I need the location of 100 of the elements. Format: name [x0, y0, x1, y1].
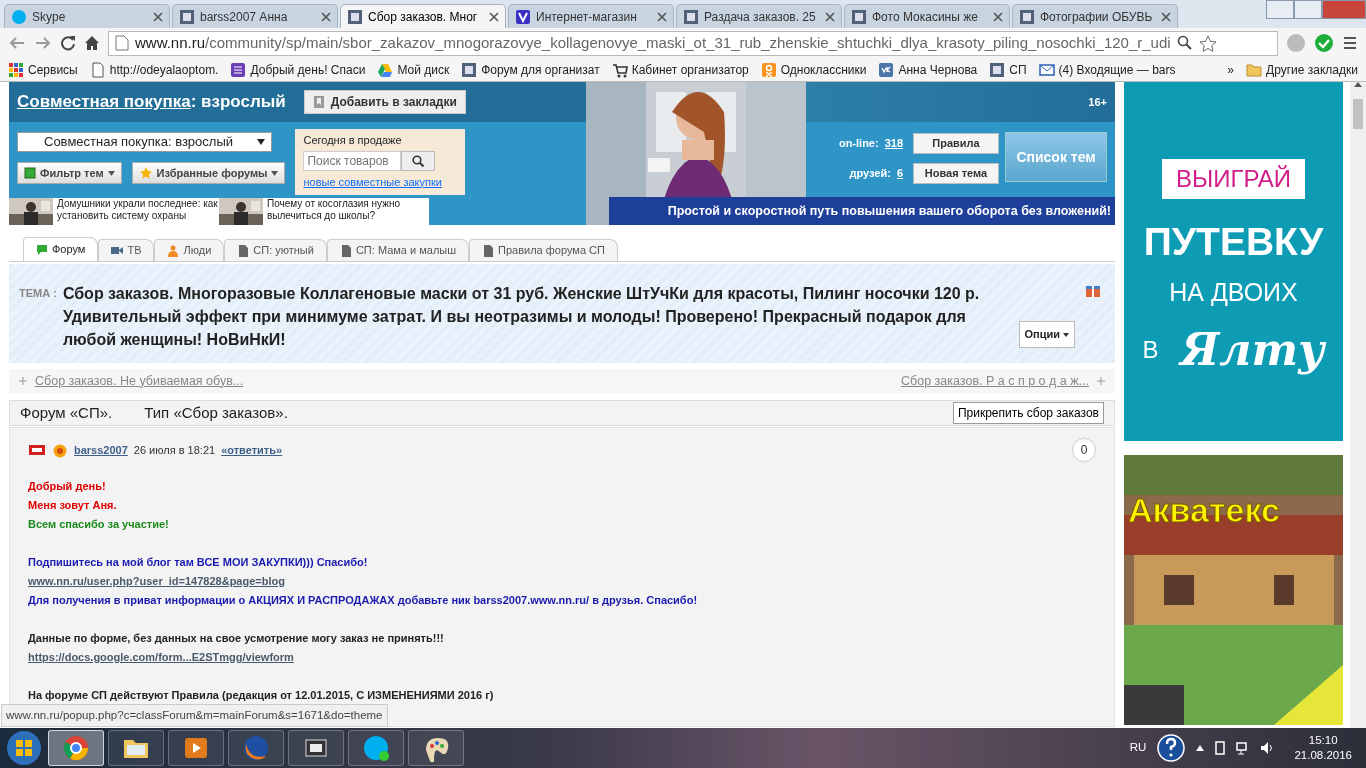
chat-icon	[36, 243, 48, 256]
start-icon[interactable]	[4, 728, 44, 768]
paint-ad[interactable]: Акватекс	[1124, 455, 1343, 725]
show-hidden-icon[interactable]	[1196, 745, 1205, 751]
bookmark[interactable]: Добрый день! Спаси	[230, 60, 366, 79]
bookmark-folder[interactable]: Другие закладки	[1246, 60, 1358, 79]
site-title-link[interactable]: Совместная покупка	[17, 92, 191, 112]
travel-ad[interactable]: ВЫИГРАЙ ПУТЕВКУ НА ДВОИХ В Ялту	[1124, 82, 1343, 441]
cart-icon	[611, 61, 628, 78]
post-link[interactable]: www.nn.ru/user.php?user_id=147828&page=blog	[28, 572, 285, 591]
star-icon[interactable]	[1198, 34, 1217, 52]
bookmark-icon	[312, 95, 325, 109]
browser-tab[interactable]: barss2007 Анна	[172, 4, 338, 28]
taskbar-button[interactable]	[408, 730, 464, 766]
bookmark[interactable]: Мой диск	[377, 60, 450, 79]
page-icon	[89, 61, 106, 78]
browser-tab[interactable]: Фотографии ОБУВЬ	[1012, 4, 1178, 28]
move-icon	[19, 377, 27, 385]
bookmark[interactable]: Анна Чернова	[878, 60, 978, 79]
close-icon[interactable]	[993, 11, 1003, 22]
post-text: Подпишитесь на мой блог там ВСЕ МОИ ЗАКУПКИ))) Спасибо!	[28, 555, 368, 570]
forum-tab[interactable]: ТВ	[98, 239, 155, 261]
reply-link[interactable]: «ответить»	[221, 441, 283, 459]
bookmark[interactable]: Сервисы	[8, 60, 78, 79]
forum-tab[interactable]: СП: уютный	[224, 239, 327, 261]
site-logo-icon	[461, 61, 478, 78]
star-icon	[138, 166, 153, 180]
caret-icon	[257, 139, 265, 145]
taskbar-button[interactable]	[288, 730, 344, 766]
pin-button[interactable]: Прикрепить сбор заказов	[952, 402, 1104, 424]
browser-tab[interactable]: Фото Мокасины же	[844, 4, 1010, 28]
taskbar-button[interactable]	[348, 730, 404, 766]
volume-icon[interactable]	[1260, 741, 1275, 755]
language-indicator[interactable]: RU	[1129, 739, 1147, 757]
browser-tab[interactable]: Сбор заказов. Мног	[340, 4, 506, 28]
bookmark[interactable]: СП	[989, 60, 1027, 79]
options-button[interactable]: Опции	[1018, 321, 1075, 348]
browser-tab[interactable]: Раздача заказов. 25	[676, 4, 842, 28]
apps-icon	[8, 61, 24, 78]
search-icon[interactable]	[1176, 35, 1193, 51]
menu-icon[interactable]	[1342, 35, 1358, 51]
close-icon[interactable]	[1161, 11, 1171, 22]
post-text: На форуме СП действуют Правила (редакция от 12.01.2015, С ИЗМЕНЕНИЯМИ 2016 г)	[28, 688, 494, 703]
forum-tab[interactable]: Правила форума СП	[469, 239, 618, 261]
forum-tab[interactable]: Форум	[23, 237, 99, 261]
bookmark[interactable]: Одноклассники	[760, 60, 867, 79]
list-icon	[230, 61, 247, 78]
scrollbar-thumb[interactable]	[1353, 99, 1363, 129]
post-text: Для получения в приват информации о АКЦИЯХ И РАСПРОДАЖАХ добавьте ник barss2007.www.nn.ru/ в друзья. Спасибо!	[28, 593, 698, 608]
stat-label: друзей:	[849, 165, 891, 181]
close-icon[interactable]	[825, 11, 835, 22]
close-icon[interactable]	[153, 11, 163, 22]
close-icon[interactable]	[657, 11, 667, 22]
site-logo-icon	[347, 8, 363, 25]
device-icon[interactable]	[1214, 741, 1227, 755]
up-arrow-icon[interactable]	[1354, 82, 1362, 87]
mail-icon	[1038, 61, 1055, 78]
forum-tab[interactable]: Люди	[154, 239, 225, 261]
check-icon[interactable]	[1314, 33, 1334, 53]
browser-tab[interactable]: Skype	[4, 4, 170, 28]
post-text: Всем спасибо за участие!	[28, 517, 169, 532]
more-bookmarks-button[interactable]: »	[1227, 60, 1235, 79]
topic-label: ТЕМА :	[19, 286, 57, 301]
taskbar-button[interactable]	[168, 730, 224, 766]
close-icon[interactable]	[321, 11, 331, 22]
filter-button[interactable]: Фильтр тем	[17, 162, 122, 184]
author-link[interactable]: barss2007	[74, 441, 128, 459]
taskbar-button[interactable]	[108, 730, 164, 766]
promo-banner[interactable]: Простой и скоростной путь повышения вашего оборота без вложений!	[609, 197, 1115, 225]
browser-tab[interactable]: Интернет-магазин	[508, 4, 674, 28]
home-icon[interactable]	[84, 35, 100, 51]
section-dropdown[interactable]: Совместная покупка: взрослый	[17, 132, 272, 152]
site-logo-icon	[683, 8, 699, 25]
bookmark-button[interactable]: Добавить в закладки	[303, 90, 466, 114]
forward-icon[interactable]	[34, 35, 52, 51]
clock[interactable]: 15:10 21.08.2016	[1294, 733, 1352, 763]
header-button[interactable]: Новая тема	[913, 162, 999, 184]
scrollbar[interactable]	[1350, 82, 1366, 728]
bookmark[interactable]: Кабинет организатор	[611, 60, 749, 79]
header-button[interactable]: Правила	[913, 132, 999, 154]
post-link[interactable]: https://docs.google.com/form...E2STmgg/viewform	[28, 648, 294, 667]
rating-count[interactable]: 0	[1072, 438, 1096, 462]
bookmark[interactable]: Форум для организат	[461, 60, 600, 79]
bookmark[interactable]: (4) Входящие — bars	[1038, 60, 1176, 79]
help-icon[interactable]	[1156, 733, 1187, 763]
bookmark[interactable]: http://odeyalaoptom.	[89, 60, 219, 79]
label-icon	[28, 443, 46, 457]
caret-icon	[271, 170, 279, 176]
favorites-button[interactable]: Избранные форумы	[131, 162, 286, 184]
close-icon[interactable]	[489, 11, 499, 22]
search-field[interactable]: Поиск товаров	[303, 150, 402, 171]
reload-icon[interactable]	[60, 35, 76, 51]
address-bar[interactable]: www.nn.ru/community/sp/main/sbor_zakazov_mnogorazovye_kollagenovye_maski_ot_31_rub_zhenskie_shtuchki_dlya_krasoty_piling_nosochki_120_r_udi	[108, 30, 1278, 56]
back-icon[interactable]	[8, 35, 26, 51]
new-purchases-link[interactable]: новые совместные закупки	[303, 175, 442, 188]
forum-tab[interactable]: СП: Мама и малыш	[326, 239, 470, 261]
site-logo-icon	[515, 8, 531, 25]
caret-icon	[1063, 332, 1069, 337]
site-logo-icon	[989, 61, 1006, 78]
search-button[interactable]	[401, 150, 436, 171]
